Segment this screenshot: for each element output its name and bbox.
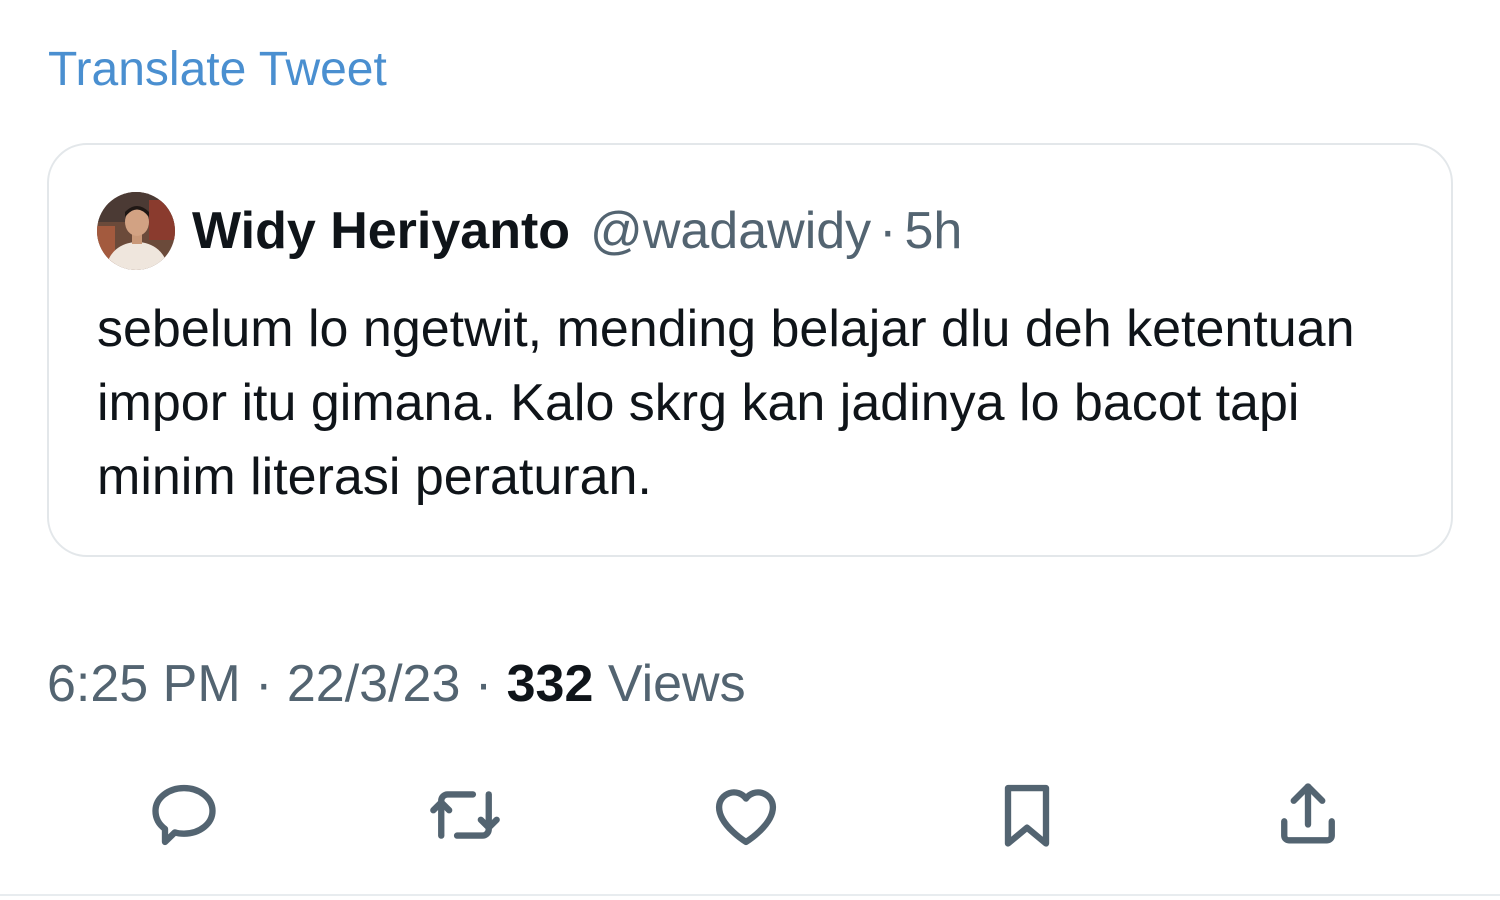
avatar-photo-icon [97,192,175,270]
quoted-tweet-card[interactable]: Widy Heriyanto @wadawidy · 5h sebelum lo… [47,143,1453,557]
tweet-action-bar [0,770,1500,860]
author-name[interactable]: Widy Heriyanto [192,201,570,261]
reply-button[interactable] [139,770,229,860]
tweet-time[interactable]: 6:25 PM [47,655,241,713]
author-avatar[interactable] [97,192,175,270]
meta-separator: · [255,655,273,713]
quoted-tweet-header: Widy Heriyanto @wadawidy · 5h [97,191,962,271]
retweet-icon [430,791,500,839]
tweet-date[interactable]: 22/3/23 [287,655,461,713]
meta-separator: · [474,655,493,713]
bookmark-icon [1004,784,1050,847]
views-count: 332 [506,655,594,713]
tweet-detail: Translate Tweet Widy Heriyanto @wadawidy… [0,0,1500,900]
quoted-tweet-time[interactable]: 5h [905,201,963,261]
translate-tweet-link[interactable]: Translate Tweet [48,42,387,98]
header-separator: · [879,202,897,260]
bookmark-button[interactable] [982,770,1072,860]
tweet-meta: 6:25 PM · 22/3/23 · 332 Views [47,652,746,716]
views-label: Views [607,655,746,713]
reply-icon [152,784,216,846]
retweet-button[interactable] [420,770,510,860]
share-icon [1281,783,1335,844]
quoted-tweet-text: sebelum lo ngetwit, mending belajar dlu … [97,300,1355,506]
author-handle[interactable]: @wadawidy [590,201,871,261]
bottom-divider [0,894,1500,896]
like-button[interactable] [701,770,791,860]
share-button[interactable] [1263,770,1353,860]
heart-icon [715,789,777,846]
